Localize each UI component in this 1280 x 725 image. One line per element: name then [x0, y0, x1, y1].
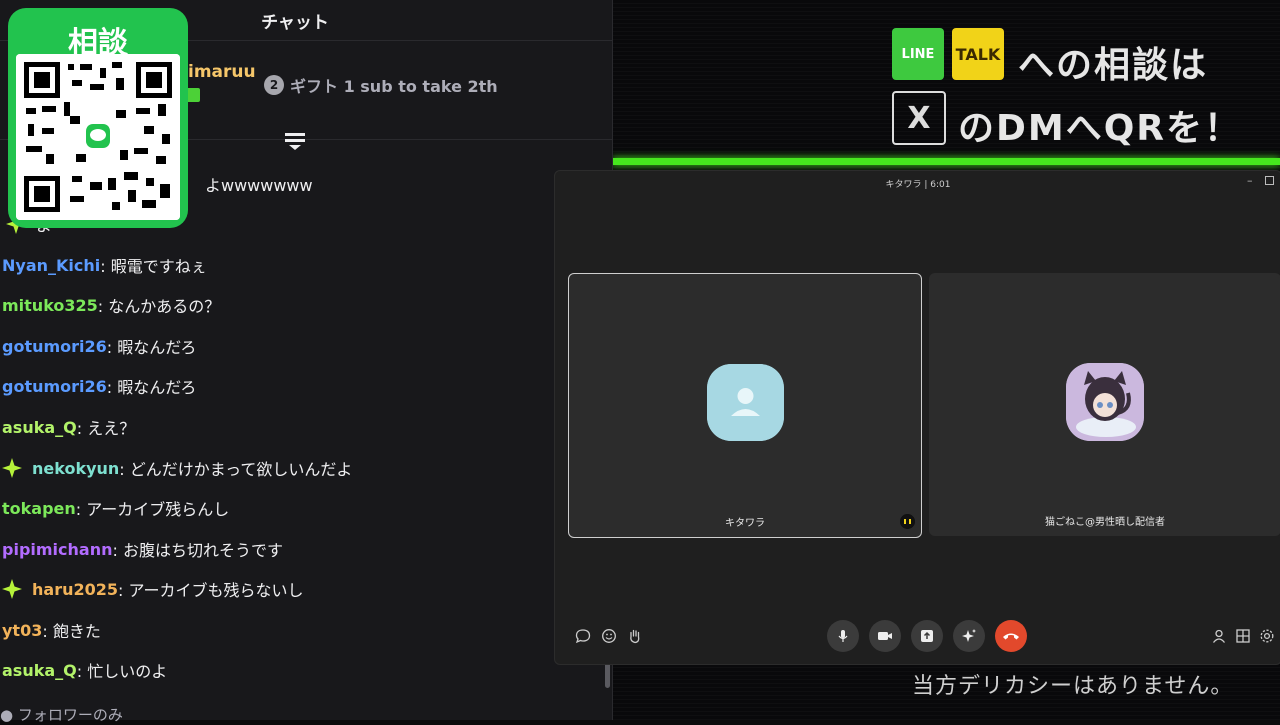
chat-bubble-icon[interactable] — [575, 628, 591, 644]
participant-tile-2[interactable]: 猫ごねこ@男性晒し配信者 — [929, 273, 1280, 536]
chat-message-text: : アーカイブ残らんし — [75, 500, 230, 519]
default-avatar-icon — [707, 364, 784, 441]
sparkle-icon — [962, 629, 976, 642]
call-controls — [555, 619, 1280, 653]
collapse-pinned-icon[interactable] — [284, 129, 306, 151]
chat-username[interactable]: tokapen — [2, 499, 76, 518]
chat-scrollbar[interactable] — [605, 662, 610, 688]
hang-up-icon — [1003, 633, 1019, 640]
chat-username[interactable]: asuka_Q — [2, 661, 77, 680]
gift-count-icon: 2 — [264, 75, 284, 95]
camera-icon — [878, 632, 892, 640]
microphone-button[interactable] — [827, 620, 859, 652]
chat-message: mituko325: なんかあるの？ — [2, 293, 220, 317]
share-screen-icon — [921, 630, 933, 642]
pinned-username[interactable]: imaruu — [188, 62, 256, 82]
chat-username[interactable]: pipimichann — [2, 540, 112, 559]
chat-message: asuka_Q: 忙しいのよ — [2, 658, 167, 682]
chat-message-text: : ええ？ — [76, 419, 136, 438]
chat-message: gotumori26: 暇なんだろ — [2, 374, 196, 398]
chat-message-text: : お腹はち切れそうです — [112, 541, 283, 560]
chat-message: gotumori26: 暇なんだろ — [2, 334, 196, 358]
chat-username[interactable]: Nyan_Kichi — [2, 256, 100, 275]
gift-notice: 2 ギフト 1 sub to take 2th — [264, 73, 498, 97]
chat-message-text: : どんだけかまって欲しいんだよ — [119, 460, 353, 479]
chat-message-text: : なんかあるの？ — [97, 297, 221, 316]
minimize-icon[interactable]: – — [1247, 174, 1253, 187]
chat-message-text: よwwwwwww — [205, 176, 313, 195]
camera-button[interactable] — [869, 620, 901, 652]
speaking-indicator-icon — [900, 514, 915, 529]
chat-message-text: : 忙しいのよ — [76, 662, 168, 681]
gift-text: ギフト 1 sub to take 2th — [290, 77, 498, 96]
subscriber-badge-icon — [186, 88, 200, 102]
follower-only-indicator: ● フォロワーのみ — [0, 706, 123, 724]
chat-message-text: : 暇なんだろ — [106, 378, 197, 397]
maximize-icon[interactable] — [1265, 176, 1274, 185]
chat-username[interactable]: asuka_Q — [2, 418, 77, 437]
emoji-icon[interactable] — [601, 628, 617, 644]
kakaotalk-badge: TALK — [952, 28, 1004, 80]
chat-message: yt03: 飽きた — [2, 618, 101, 642]
chat-username[interactable]: gotumori26 — [2, 337, 107, 356]
x-badge-text: X — [907, 100, 931, 136]
disclaimer-text: 当方デリカシーはありません。 — [912, 674, 1234, 699]
dm-qr-text: のDMへQRを！ — [958, 108, 1243, 149]
grid-layout-icon[interactable] — [1235, 628, 1251, 644]
qr-consult-card: 相談 — [8, 8, 188, 228]
participants-icon[interactable] — [1211, 628, 1227, 644]
settings-gear-icon[interactable] — [1259, 628, 1275, 644]
chat-message: よwwwwwww — [205, 172, 313, 196]
chat-message: asuka_Q: ええ？ — [2, 415, 135, 439]
chat-title: チャット — [261, 12, 329, 33]
sparkle-badge-icon — [2, 458, 22, 478]
chat-message: Nyan_Kichi: 暇電ですねぇ — [2, 253, 207, 277]
chat-username[interactable]: nekokyun — [32, 459, 119, 478]
chat-message: haru2025: アーカイブも残らないし — [2, 577, 304, 601]
chat-message-text: : 暇なんだろ — [106, 338, 197, 357]
effects-button[interactable] — [953, 620, 985, 652]
share-screen-button[interactable] — [911, 620, 943, 652]
chat-message: tokapen: アーカイブ残らんし — [2, 496, 229, 520]
chat-message-text: : アーカイブも残らないし — [118, 581, 304, 600]
video-call-window: キタワラ | 6:01 – キタワラ 猫ごねこ@男性晒し配信者 — [554, 170, 1280, 665]
x-logo-icon: X — [892, 91, 946, 145]
chat-username[interactable]: mituko325 — [2, 296, 98, 315]
line-app-badge: LINE — [892, 28, 944, 80]
participant-name-2: 猫ごねこ@男性晒し配信者 — [1045, 517, 1165, 528]
green-divider-line — [612, 158, 1280, 165]
follower-only-text: フォロワーのみ — [17, 706, 123, 724]
chat-message-text: : 暇電ですねぇ — [100, 257, 207, 276]
chat-message-text: : 飽きた — [42, 622, 101, 641]
participant-tile-1[interactable]: キタワラ — [568, 273, 922, 538]
end-call-button[interactable] — [995, 620, 1027, 652]
call-title: キタワラ | 6:01 — [885, 180, 951, 190]
chat-username[interactable]: haru2025 — [32, 580, 118, 599]
profile-avatar — [1066, 363, 1144, 441]
chat-username[interactable]: gotumori26 — [2, 377, 107, 396]
participant-name-1: キタワラ — [725, 518, 765, 529]
microphone-icon — [838, 630, 848, 642]
chat-message: nekokyun: どんだけかまって欲しいんだよ — [2, 456, 352, 480]
chat-message: pipimichann: お腹はち切れそうです — [2, 537, 283, 561]
raise-hand-icon[interactable] — [627, 628, 643, 644]
line-badge-text: LINE — [901, 46, 935, 62]
sparkle-badge-icon — [2, 579, 22, 599]
qr-code-icon — [16, 54, 180, 220]
chat-username[interactable]: yt03 — [2, 621, 42, 640]
consultation-text: への相談は — [1018, 45, 1209, 86]
talk-badge-text: TALK — [955, 44, 1001, 64]
